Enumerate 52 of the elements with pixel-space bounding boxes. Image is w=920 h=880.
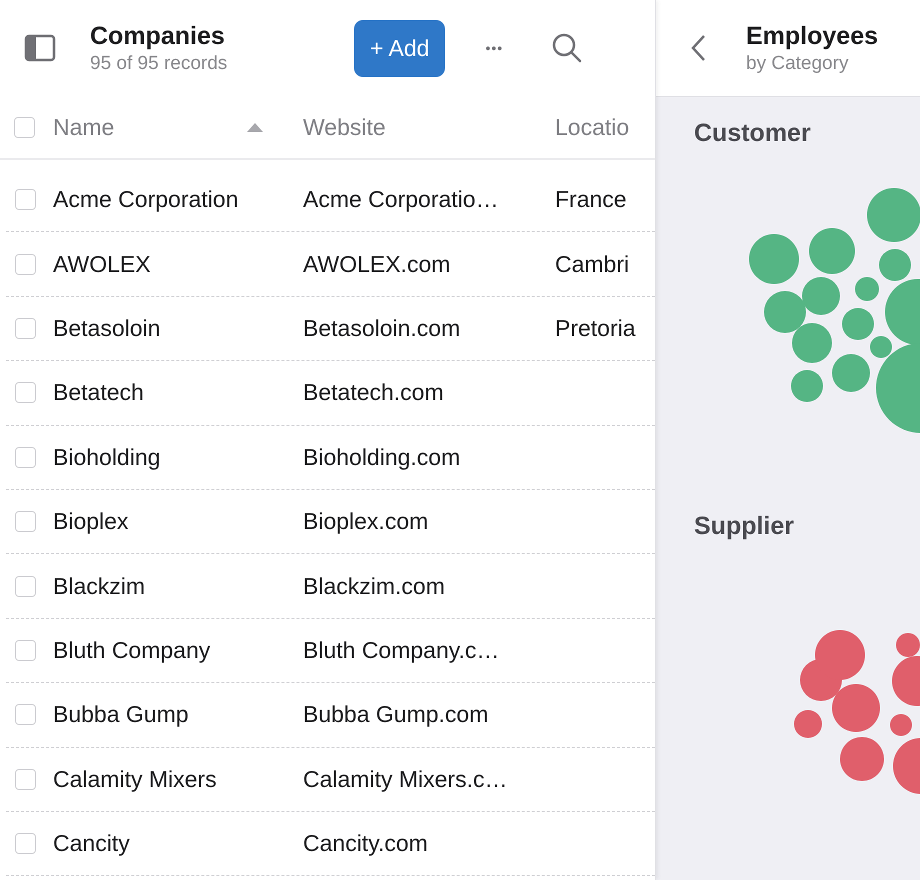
row-checkbox[interactable] <box>15 511 36 532</box>
table-cell: Bioholding.com <box>303 444 460 471</box>
table-cell: Bioplex <box>53 508 128 536</box>
row-checkbox[interactable] <box>15 640 36 661</box>
table-cell: Acme Corporation <box>53 186 238 214</box>
table-cell: Calamity Mixers <box>53 766 217 793</box>
table-cell: Betasoloin.com <box>303 314 460 342</box>
row-checkbox[interactable] <box>15 833 36 854</box>
row-checkbox[interactable] <box>15 382 36 404</box>
add-button[interactable]: + Add <box>354 20 446 76</box>
table-cell: Blackzim <box>53 572 146 600</box>
record-count: 95 of 95 records <box>90 52 228 74</box>
table-cell: France <box>555 186 627 214</box>
table-cell: Cambri <box>555 250 630 278</box>
table-cell: Bioholding <box>53 444 160 471</box>
table-cell: AWOLEX.com <box>303 250 450 278</box>
select-all-checkbox[interactable] <box>14 116 35 138</box>
row-checkbox[interactable] <box>15 576 36 597</box>
column-header[interactable]: Website <box>303 114 386 140</box>
back-icon[interactable] <box>690 34 706 62</box>
category-label: Customer <box>694 119 812 148</box>
panel-title: Employees <box>746 22 878 50</box>
table-cell: Pretoria <box>555 314 636 342</box>
table-cell: Bubba Gump <box>53 701 189 728</box>
table-cell: Calamity Mixers.c… <box>303 766 508 793</box>
row-checkbox[interactable] <box>15 254 36 275</box>
table-cell: Cancity <box>53 830 130 858</box>
row-checkbox[interactable] <box>15 446 36 468</box>
panel-subtitle: by Category <box>746 52 850 74</box>
column-header[interactable]: Name <box>53 114 114 140</box>
table-cell: Bubba Gump.com <box>303 701 488 728</box>
table-cell: Betasoloin <box>53 314 160 342</box>
row-checkbox[interactable] <box>15 768 36 790</box>
table-cell: Blackzim.com <box>303 572 445 600</box>
table-cell: Cancity.com <box>303 830 428 858</box>
table-cell: Betatech.com <box>303 379 444 406</box>
table-cell: AWOLEX <box>53 250 151 278</box>
table-cell: Bioplex.com <box>303 508 428 536</box>
column-header[interactable]: Locatio <box>555 114 630 140</box>
more-button[interactable]: ••• <box>479 39 510 57</box>
row-checkbox[interactable] <box>15 318 36 339</box>
table-cell: Bluth Company <box>53 636 210 664</box>
table-cell: Bluth Company.c… <box>303 636 500 664</box>
table-cell: Betatech <box>53 379 144 406</box>
category-label: Supplier <box>694 512 796 541</box>
sidebar-icon[interactable] <box>24 34 56 62</box>
row-checkbox[interactable] <box>15 704 36 726</box>
table-cell: Acme Corporatio… <box>303 186 499 214</box>
sort-ascending-icon[interactable] <box>247 122 263 132</box>
search-icon[interactable] <box>551 32 584 64</box>
list-title: Companies <box>90 22 226 50</box>
row-checkbox[interactable] <box>15 189 36 210</box>
